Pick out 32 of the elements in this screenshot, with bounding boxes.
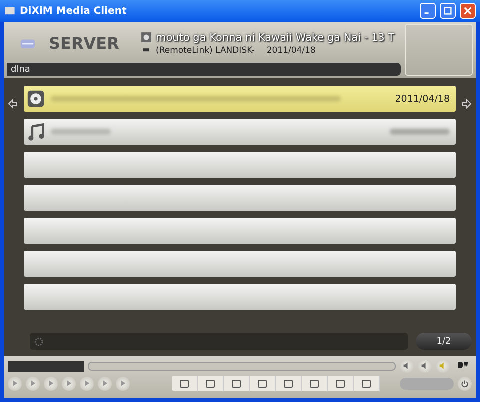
row-date: 2011/04/18 bbox=[395, 94, 450, 104]
close-button[interactable] bbox=[460, 3, 476, 19]
disc-icon bbox=[141, 32, 152, 43]
device-icon bbox=[141, 48, 152, 54]
page-indicator[interactable]: 1/2 bbox=[416, 333, 472, 350]
power-button[interactable] bbox=[458, 376, 472, 390]
blurred-artist bbox=[390, 129, 450, 135]
previous-page-icon[interactable] bbox=[8, 99, 18, 109]
blurred-title bbox=[51, 129, 111, 135]
spinner-icon bbox=[34, 336, 44, 346]
volume-button[interactable] bbox=[418, 359, 432, 373]
next-page-icon[interactable] bbox=[462, 99, 472, 109]
source-date: 2011/04/18 bbox=[266, 46, 316, 56]
maximize-button[interactable] bbox=[440, 3, 456, 19]
maximize-icon bbox=[444, 7, 452, 15]
close-icon bbox=[464, 7, 472, 15]
list-row[interactable] bbox=[24, 119, 456, 145]
window-title: DiXiM Media Client bbox=[20, 6, 128, 16]
now-playing-title: mouto ga Konna ni Kawaii Wake ga Nai - 13 T bbox=[156, 32, 395, 44]
minimize-button[interactable] bbox=[420, 3, 436, 19]
path-bar: dlna bbox=[7, 63, 401, 76]
speaker-icon bbox=[439, 362, 447, 370]
thumbnail-panel bbox=[405, 24, 473, 76]
music-note-icon bbox=[27, 123, 45, 141]
list-row[interactable]: 2011/04/18 bbox=[24, 86, 456, 112]
speaker-icon bbox=[421, 362, 429, 370]
volume-button[interactable] bbox=[400, 359, 414, 373]
power-icon bbox=[461, 380, 469, 388]
app-icon bbox=[4, 5, 16, 17]
speaker-icon bbox=[403, 362, 411, 370]
source-name: (RemoteLink) LANDISK- bbox=[156, 46, 255, 56]
server-label: SERVER bbox=[49, 34, 120, 53]
